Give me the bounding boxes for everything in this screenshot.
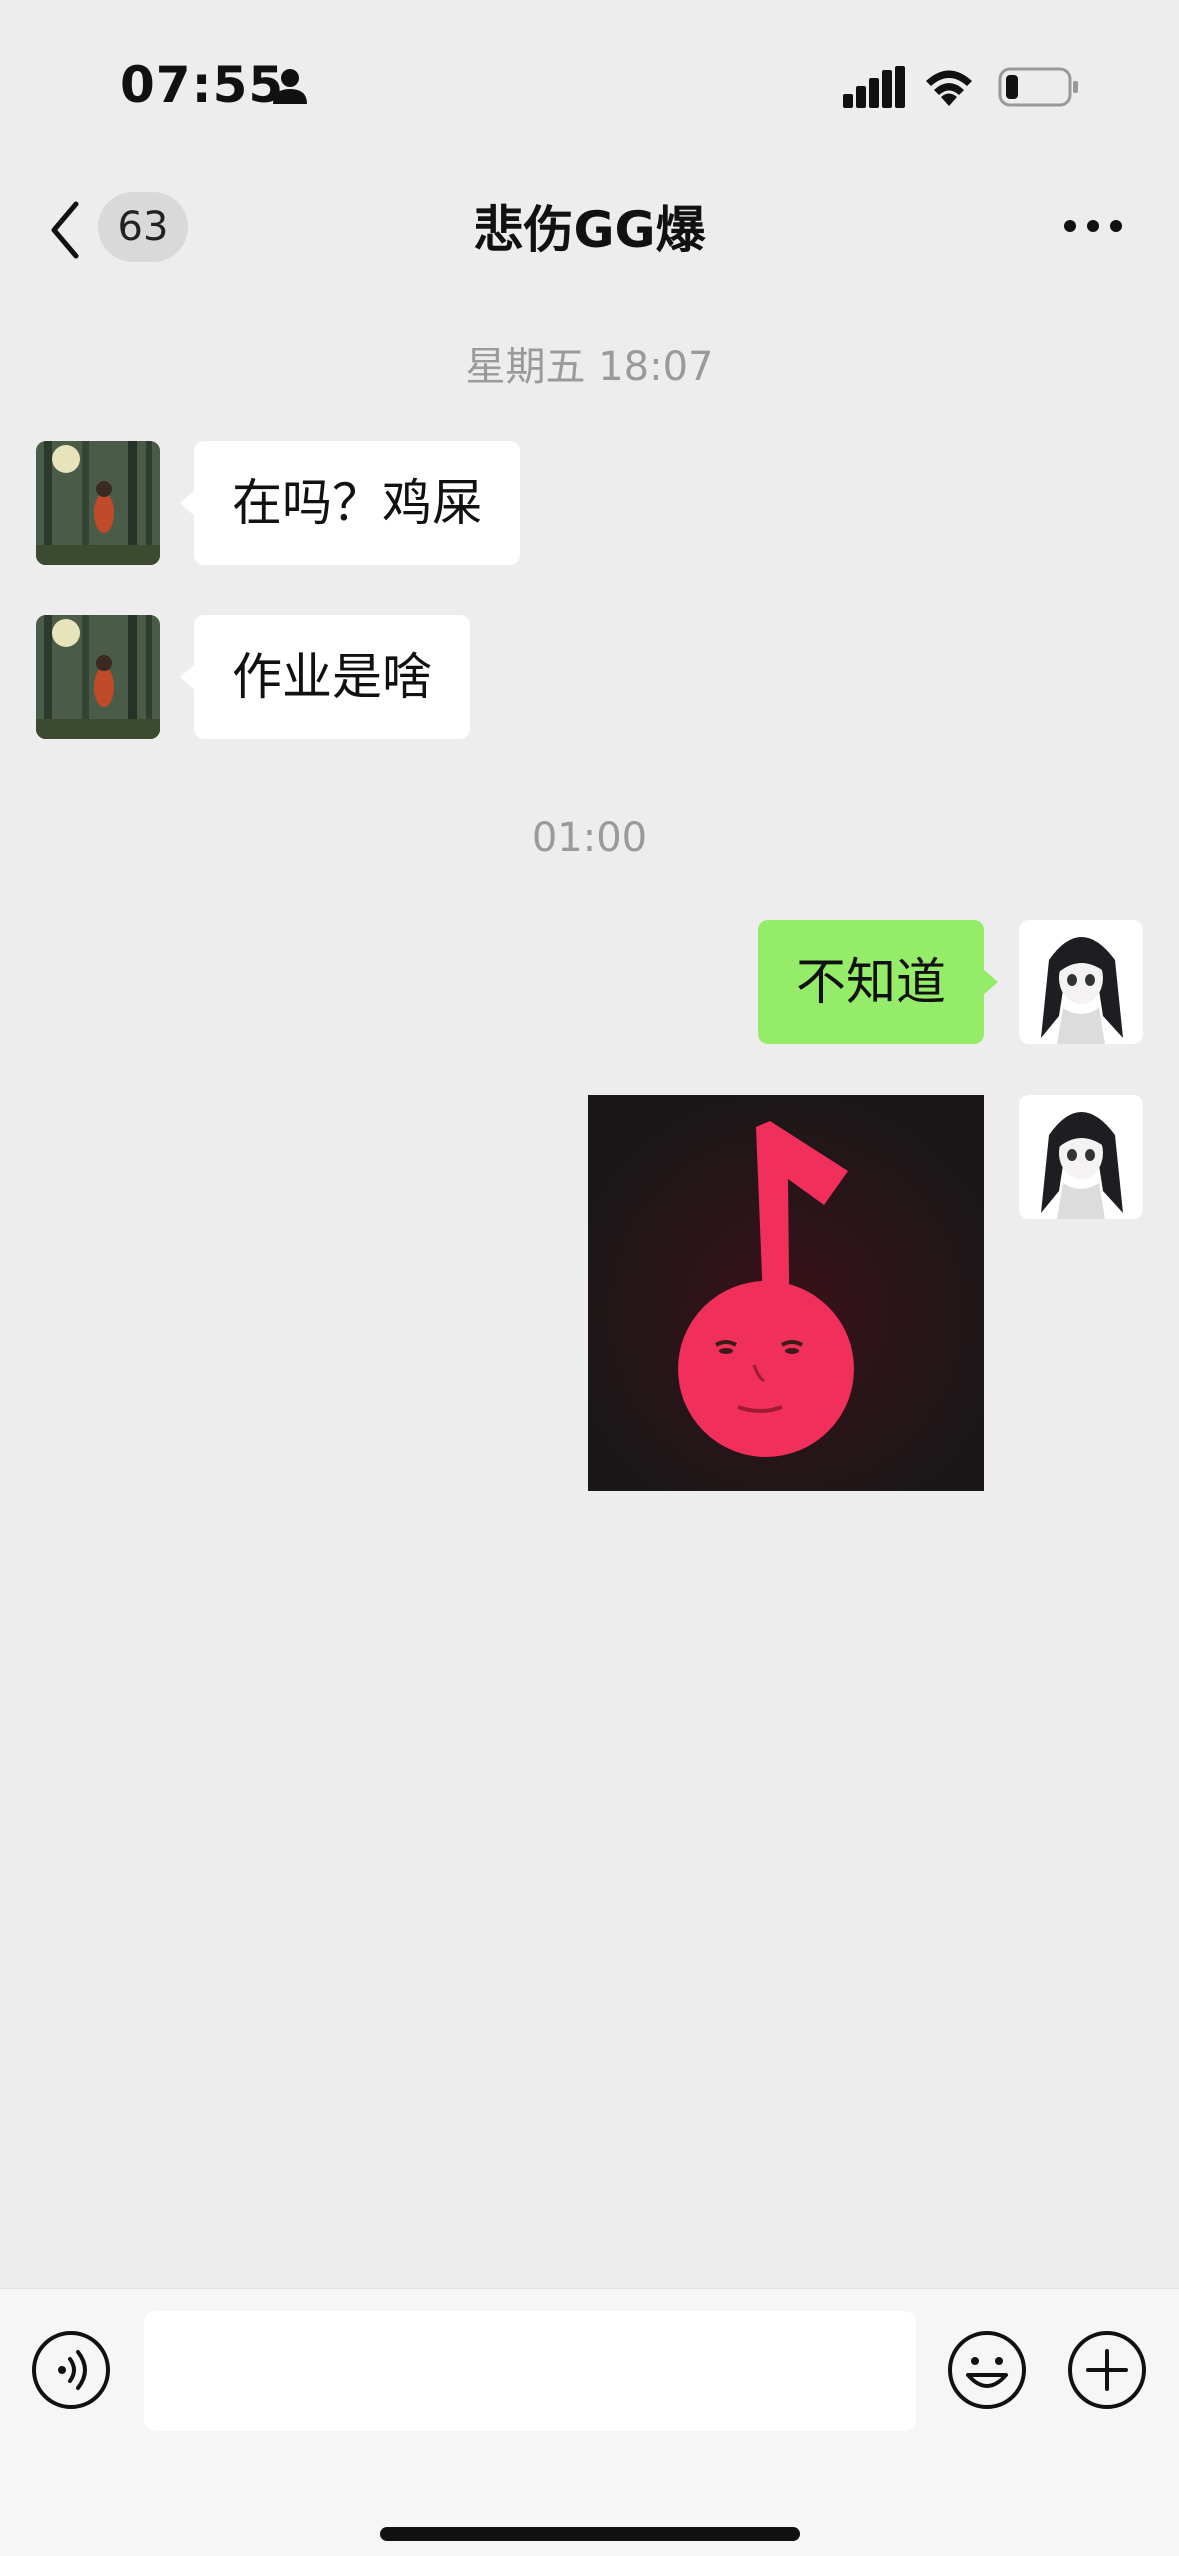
anime-girl-avatar	[1019, 920, 1143, 1044]
sticker-message[interactable]	[588, 1095, 984, 1491]
more-button[interactable]	[1060, 206, 1126, 246]
red-music-note-face-sticker	[588, 1095, 984, 1491]
more-dots-icon	[1087, 220, 1099, 232]
bubble-tail	[982, 968, 998, 996]
status-time: 07:55	[120, 56, 285, 114]
received-message-bubble[interactable]: 在吗？鸡屎	[180, 441, 520, 565]
back-button[interactable]: 63	[40, 192, 190, 268]
wifi-icon	[926, 70, 972, 106]
chat-title: 悲伤GG爆	[473, 201, 706, 259]
message-input[interactable]	[144, 2311, 916, 2431]
received-message-bubble[interactable]: 作业是啥	[180, 615, 470, 739]
message-text: 作业是啥	[232, 648, 432, 706]
home-indicator[interactable]	[380, 2527, 800, 2541]
my-avatar[interactable]	[1019, 920, 1143, 1044]
input-bar	[0, 2288, 1179, 2556]
battery-low-icon	[998, 67, 1078, 107]
timestamp-label: 01:00	[531, 815, 648, 861]
contact-avatar[interactable]	[36, 441, 160, 565]
message-text: 在吗？鸡屎	[232, 474, 482, 532]
forest-photo-avatar	[36, 615, 160, 739]
my-avatar[interactable]	[1019, 1095, 1143, 1219]
forest-photo-avatar	[36, 441, 160, 565]
chat-screen: 07:55 63 悲伤GG爆 星期五 18:07 在吗？鸡屎 作业是啥 01:0…	[0, 0, 1179, 2556]
more-dots-icon	[1110, 220, 1122, 232]
bubble-tail	[180, 663, 196, 691]
chevron-left-icon	[51, 201, 79, 259]
anime-girl-avatar	[1019, 1095, 1143, 1219]
timestamp-label: 星期五 18:07	[465, 344, 714, 390]
message-text: 不知道	[796, 953, 946, 1011]
unread-count-badge: 63	[98, 192, 188, 262]
plus-circle-icon[interactable]	[1066, 2329, 1148, 2411]
sent-message-bubble[interactable]: 不知道	[758, 920, 998, 1044]
emoji-icon[interactable]	[946, 2329, 1028, 2411]
contact-avatar[interactable]	[36, 615, 160, 739]
cellular-signal-icon	[843, 66, 905, 108]
person-icon	[273, 69, 307, 104]
more-dots-icon	[1064, 220, 1076, 232]
voice-input-icon[interactable]	[30, 2329, 112, 2411]
bubble-tail	[180, 489, 196, 517]
